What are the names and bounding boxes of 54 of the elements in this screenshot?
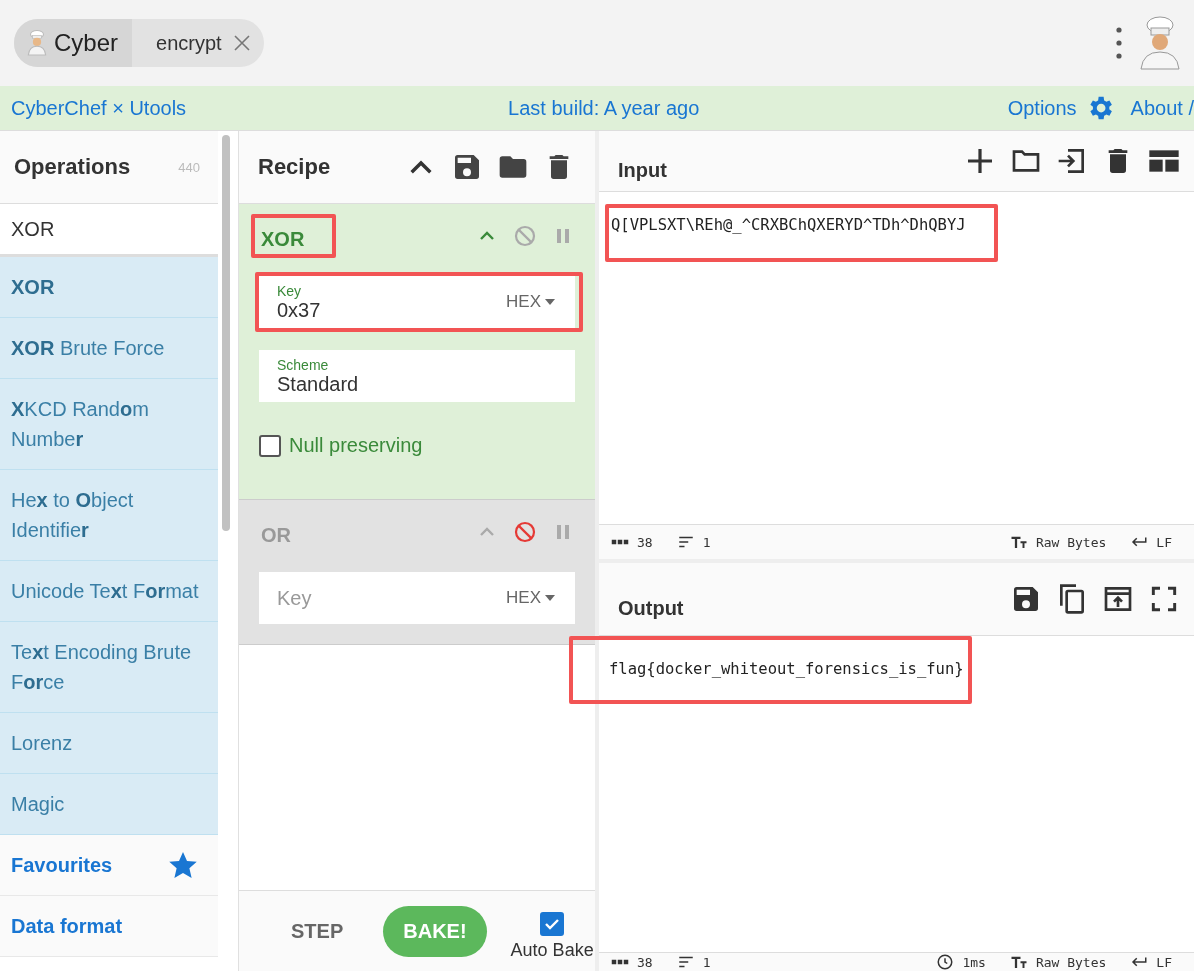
line-ending-label[interactable]: LF (1156, 954, 1172, 970)
encoding-label[interactable]: Raw Bytes (1035, 954, 1107, 970)
checkbox-label: Auto Bake (510, 939, 594, 961)
field-label: Scheme (277, 356, 330, 373)
operation-item[interactable]: Magic (0, 774, 218, 835)
clock-icon (936, 953, 955, 971)
more-menu-icon[interactable] (1116, 26, 1122, 60)
input-title: Input (618, 157, 667, 182)
recipe-title: Recipe (258, 154, 331, 180)
operation-item[interactable]: Text Encoding Brute Force (0, 622, 218, 713)
character-count: 38 (637, 534, 653, 550)
checkbox[interactable] (259, 434, 281, 457)
checkbox[interactable] (540, 911, 565, 936)
argument-field[interactable]: Scheme Standard (259, 350, 575, 402)
category-item[interactable]: Favourites (0, 835, 218, 896)
operation-item[interactable]: Unicode Text Format (0, 561, 218, 622)
encoding-label[interactable]: Raw Bytes (1035, 534, 1107, 550)
checkbox-label: Null preserving (289, 434, 423, 457)
operation-name: OR (260, 523, 292, 548)
output-title: Output (618, 595, 684, 620)
operation-item[interactable]: XOR Brute Force (0, 318, 218, 379)
input-text[interactable]: Q[VPLSXT\REh@_^CRXBChQXERYD^TDh^DhQBYJ (611, 214, 966, 236)
output-text: flag{docker_whiteout_forensics_is_fun} (609, 659, 964, 680)
document-tab[interactable]: encrypt (132, 31, 232, 55)
field-value: 0x37 (277, 298, 321, 322)
operation-name: XOR (260, 227, 306, 252)
options-link[interactable]: Options (1007, 96, 1077, 120)
app-tab[interactable]: Cyber (14, 19, 133, 67)
operations-count: 440 (178, 159, 200, 175)
operation-item[interactable]: Hex to Object Identifier (0, 470, 218, 561)
argument-field[interactable]: Key 0x37 HEX (259, 276, 575, 328)
caret-down-icon (545, 595, 555, 601)
scrollbar[interactable] (222, 135, 230, 531)
type-dropdown[interactable]: HEX (506, 292, 555, 312)
line-ending-label[interactable]: LF (1156, 534, 1172, 550)
bake-time: 1ms (962, 954, 986, 970)
build-info: Last build: A year ago (508, 96, 701, 120)
character-count: 38 (637, 954, 653, 970)
step-button[interactable]: STEP (275, 911, 360, 951)
field-placeholder: Key (277, 585, 312, 611)
app-link[interactable]: CyberChef × Utools (11, 96, 187, 120)
about-link[interactable]: About / (1130, 96, 1194, 120)
operations-title: Operations (14, 154, 131, 180)
operation-item[interactable]: XOR (0, 257, 218, 318)
line-count: 1 (702, 954, 711, 970)
category-item[interactable]: Data format (0, 896, 218, 957)
operation-item[interactable]: XKCD Random Number (0, 379, 218, 470)
caret-down-icon (545, 299, 555, 305)
field-label: Key (277, 282, 303, 299)
chef-icon (26, 30, 48, 56)
line-count: 1 (702, 534, 711, 550)
operation-item[interactable]: Lorenz (0, 713, 218, 774)
field-value: Standard (277, 372, 359, 396)
close-icon[interactable] (231, 33, 252, 53)
